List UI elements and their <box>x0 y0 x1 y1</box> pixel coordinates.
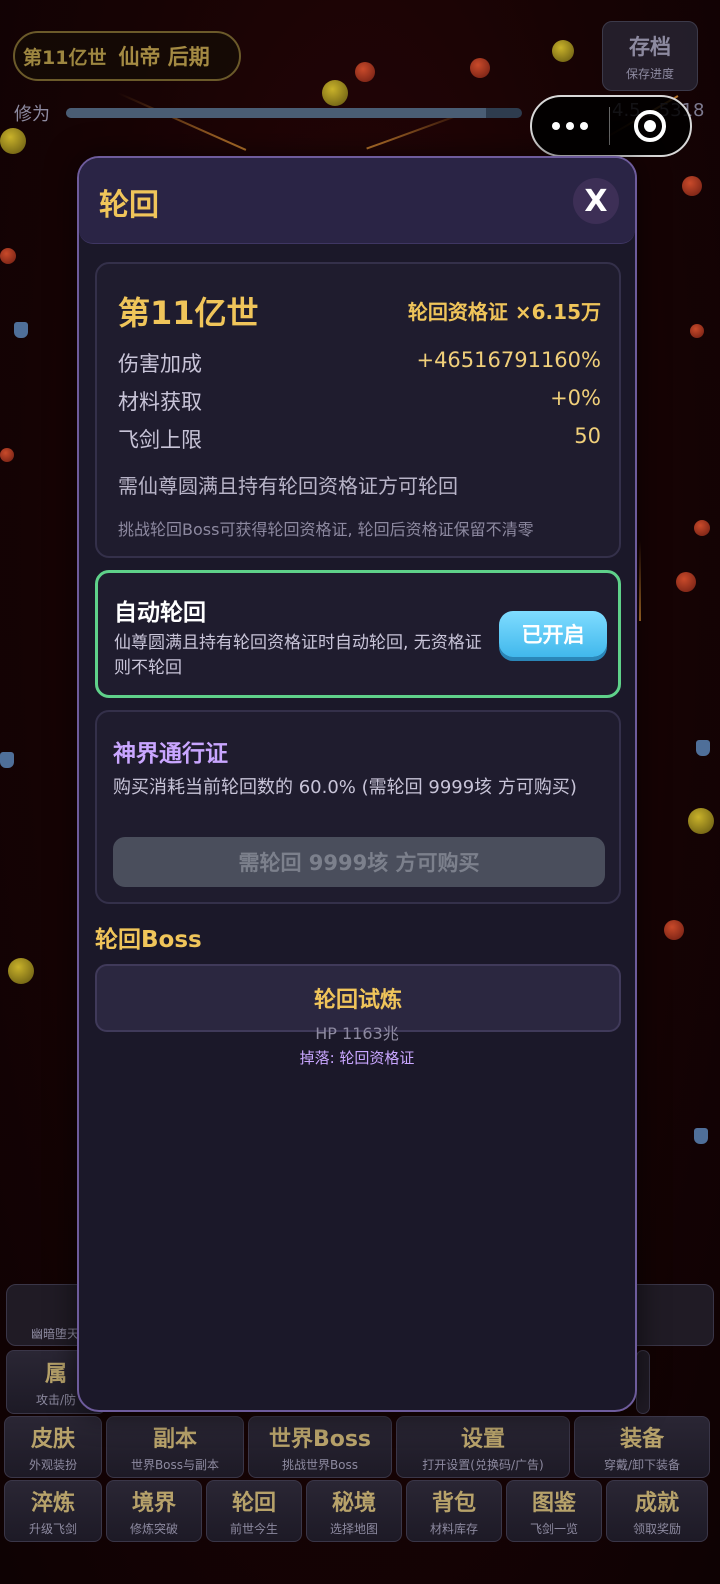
menu-world-boss-label: 世界Boss <box>268 1427 372 1452</box>
menu-refine-label: 淬炼 <box>30 1491 75 1516</box>
certificate-count: 轮回资格证 ×6.15万 <box>407 300 601 324</box>
requirement-text: 需仙尊圆满且持有轮回资格证方可轮回 <box>118 474 458 498</box>
menu-attributes-label: 属 <box>44 1362 67 1387</box>
boss-drop: 掉落: 轮回资格证 <box>299 1049 415 1067</box>
divine-pass-buy-button[interactable]: 需轮回 9999垓 方可购买 <box>113 837 605 887</box>
menu-reincarnation-button[interactable]: 轮回 前世今生 <box>206 1480 302 1542</box>
generation-realm-badge: 第11亿世 仙帝 后期 <box>13 31 241 81</box>
divine-pass-card: 神界通行证 购买消耗当前轮回数的 60.0% (需轮回 9999垓 方可购买) … <box>95 710 621 904</box>
more-menu-icon[interactable] <box>532 122 609 130</box>
menu-secret-realm-button[interactable]: 秘境 选择地图 <box>306 1480 402 1542</box>
modal-header: 轮回 X <box>79 158 635 244</box>
hud-generation: 第11亿世 <box>23 46 107 69</box>
save-button-subtitle: 保存进度 <box>625 66 674 81</box>
auto-reincarnation-toggle[interactable]: 已开启 <box>499 611 607 657</box>
stat-label: 飞剑上限 <box>118 428 202 452</box>
menu-realm-label: 境界 <box>131 1491 176 1516</box>
menu-achievements-subtitle: 领取奖励 <box>632 1522 681 1536</box>
menu-settings-label: 设置 <box>460 1427 505 1452</box>
close-miniprogram-icon[interactable] <box>610 110 690 142</box>
stat-label: 伤害加成 <box>118 352 202 376</box>
menu-achievements-button[interactable]: 成就 领取奖励 <box>606 1480 708 1542</box>
background-panel-text: 幽暗堕天 <box>31 1327 80 1341</box>
menu-realm-button[interactable]: 境界 修炼突破 <box>106 1480 202 1542</box>
bottom-menu-row-1: 皮肤 外观装扮 副本 世界Boss与副本 世界Boss 挑战世界Boss 设置 … <box>4 1416 716 1478</box>
current-generation: 第11亿世 <box>118 294 259 332</box>
divine-pass-description: 购买消耗当前轮回数的 60.0% (需轮回 9999垓 方可购买) <box>113 777 577 798</box>
hud-realm: 仙帝 后期 <box>118 45 210 69</box>
menu-codex-subtitle: 飞剑一览 <box>529 1522 578 1536</box>
menu-settings-subtitle: 打开设置(兑换码/广告) <box>422 1458 544 1472</box>
menu-refine-button[interactable]: 淬炼 升级飞剑 <box>4 1480 102 1542</box>
cultivation-label: 修为 <box>14 104 50 125</box>
menu-secret-realm-label: 秘境 <box>331 1491 376 1516</box>
cultivation-progress-bar <box>66 108 522 118</box>
menu-secret-realm-subtitle: 选择地图 <box>329 1522 378 1536</box>
menu-dungeon-subtitle: 世界Boss与副本 <box>130 1458 220 1472</box>
menu-codex-button[interactable]: 图鉴 飞剑一览 <box>506 1480 602 1542</box>
menu-backpack-label: 背包 <box>431 1491 476 1516</box>
menu-backpack-subtitle: 材料库存 <box>429 1522 478 1536</box>
stat-row: 飞剑上限 50 <box>118 424 601 454</box>
menu-equipment-button[interactable]: 装备 穿戴/卸下装备 <box>574 1416 710 1478</box>
menu-backpack-button[interactable]: 背包 材料库存 <box>406 1480 502 1542</box>
reincarnation-status-card: 第11亿世 轮回资格证 ×6.15万 伤害加成 +46516791160% 材料… <box>95 262 621 558</box>
menu-reincarnation-label: 轮回 <box>231 1491 276 1516</box>
menu-skin-button[interactable]: 皮肤 外观装扮 <box>4 1416 102 1478</box>
auto-reincarnation-description: 仙尊圆满且持有轮回资格证时自动轮回, 无资格证则不轮回 <box>114 633 482 678</box>
menu-codex-label: 图鉴 <box>531 1491 576 1516</box>
menu-attributes-subtitle: 攻击/防 <box>35 1393 77 1407</box>
boss-hp: HP 1163兆 <box>315 1024 399 1043</box>
background-panel-right <box>636 1350 650 1414</box>
stat-row: 伤害加成 +46516791160% <box>118 348 601 378</box>
menu-dungeon-label: 副本 <box>152 1427 197 1452</box>
menu-reincarnation-subtitle: 前世今生 <box>229 1522 278 1536</box>
save-button-label: 存档 <box>629 34 671 59</box>
save-button[interactable]: 存档 保存进度 <box>602 21 698 91</box>
menu-world-boss-subtitle: 挑战世界Boss <box>281 1458 359 1472</box>
menu-realm-subtitle: 修炼突破 <box>129 1522 178 1536</box>
stat-value: +46516791160% <box>416 348 601 372</box>
cultivation-progress-fill <box>66 108 486 118</box>
stat-row: 材料获取 +0% <box>118 386 601 416</box>
menu-refine-subtitle: 升级飞剑 <box>28 1522 77 1536</box>
reincarnation-modal: 轮回 X 第11亿世 轮回资格证 ×6.15万 伤害加成 +4651679116… <box>77 156 637 1412</box>
divine-pass-title: 神界通行证 <box>113 741 228 767</box>
stat-value: 50 <box>574 424 601 448</box>
menu-equipment-subtitle: 穿戴/卸下装备 <box>603 1458 681 1472</box>
boss-section-title: 轮回Boss <box>95 927 202 953</box>
menu-achievements-label: 成就 <box>634 1491 679 1516</box>
menu-dungeon-button[interactable]: 副本 世界Boss与副本 <box>106 1416 244 1478</box>
hint-text: 挑战轮回Boss可获得轮回资格证, 轮回后资格证保留不清零 <box>118 520 534 539</box>
menu-settings-button[interactable]: 设置 打开设置(兑换码/广告) <box>396 1416 570 1478</box>
menu-skin-subtitle: 外观装扮 <box>28 1458 77 1472</box>
menu-equipment-label: 装备 <box>619 1427 664 1452</box>
auto-reincarnation-title: 自动轮回 <box>114 600 206 626</box>
close-button[interactable]: X <box>573 178 619 224</box>
menu-skin-label: 皮肤 <box>30 1427 75 1452</box>
menu-world-boss-button[interactable]: 世界Boss 挑战世界Boss <box>248 1416 392 1478</box>
auto-reincarnation-card: 自动轮回 仙尊圆满且持有轮回资格证时自动轮回, 无资格证则不轮回 已开启 <box>95 570 621 698</box>
miniprogram-capsule <box>530 95 692 157</box>
modal-title: 轮回 <box>99 188 159 223</box>
stat-label: 材料获取 <box>118 390 202 414</box>
stat-value: +0% <box>550 386 601 410</box>
bottom-menu-row-2: 淬炼 升级飞剑 境界 修炼突破 轮回 前世今生 秘境 选择地图 背包 材料库存 … <box>4 1480 716 1542</box>
